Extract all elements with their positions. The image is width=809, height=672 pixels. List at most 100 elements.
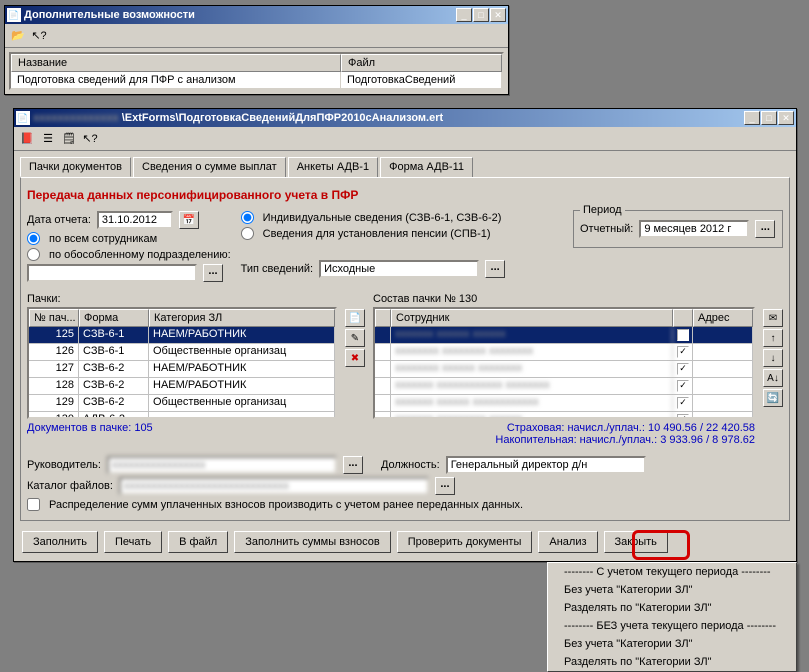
compose-actions: ✉ ↑ ↓ A↓ 🔄 (763, 293, 783, 446)
titlebar[interactable]: 📄 Дополнительные возможности _ □ ✕ (5, 6, 508, 24)
pack-actions: 📄 ✎ ✖ (345, 293, 365, 446)
table-row[interactable]: xxxxxxx xxxxxxxxx xxxxxx✓ (375, 412, 753, 417)
ctx-split-category[interactable]: Разделять по "Категории ЗЛ" (548, 599, 796, 617)
toolbar: 📕 ☰ 🗒 ↖? (14, 127, 796, 151)
catalog-browse-button[interactable]: ... (435, 477, 455, 495)
col-name[interactable]: Название (11, 54, 341, 72)
ctx-header2[interactable]: -------- БЕЗ учета текущего периода ----… (548, 617, 796, 635)
section-title: Передача данных персонифицированного уче… (27, 188, 783, 202)
date-input[interactable] (97, 211, 173, 229)
distribution-label: Распределение сумм уплаченных взносов пр… (49, 499, 523, 511)
col-marker[interactable] (375, 309, 391, 327)
close-button[interactable]: Закрыть (604, 531, 668, 553)
ctx-no-category[interactable]: Без учета "Категории ЗЛ" (548, 581, 796, 599)
catalog-input[interactable] (119, 477, 429, 495)
mail-icon[interactable]: ✉ (763, 309, 783, 327)
col-employee[interactable]: Сотрудник (391, 309, 673, 327)
position-input[interactable] (446, 456, 646, 474)
manager-label: Руководитель: (27, 459, 101, 471)
col-cat[interactable]: Категория ЗЛ (149, 309, 335, 327)
table-row[interactable]: 125СЗВ-6-1НАЕМ/РАБОТНИК (29, 327, 335, 344)
col-form[interactable]: Форма (79, 309, 149, 327)
cell-file: ПодготовкаСведений (341, 72, 502, 88)
col-file[interactable]: Файл (341, 54, 502, 72)
packs-label: Пачки: (27, 293, 337, 305)
table-row[interactable]: xxxxxxx xxxxxx xxxxxxxxxxxx✓ (375, 395, 753, 412)
analyze-button[interactable]: Анализ (538, 531, 597, 553)
window-icon: 📄 (7, 8, 21, 22)
radio-establish[interactable] (241, 227, 254, 240)
sort-icon[interactable]: A↓ (763, 369, 783, 387)
sum-insurance: Страховая: начисл./уплач.: 10 490.56 / 2… (373, 422, 755, 434)
sum-savings: Накопительная: начисл./уплач.: 3 933.96 … (373, 434, 755, 446)
down-icon[interactable]: ↓ (763, 349, 783, 367)
book-icon[interactable]: 📕 (18, 130, 36, 148)
ctx-split-category2[interactable]: Разделять по "Категории ЗЛ" (548, 653, 796, 671)
tree-icon[interactable]: ☰ (39, 130, 57, 148)
ctx-header1[interactable]: -------- С учетом текущего периода -----… (548, 563, 796, 581)
ctx-no-category2[interactable]: Без учета "Категории ЗЛ" (548, 635, 796, 653)
maximize-button[interactable]: □ (761, 111, 777, 125)
cell-name: Подготовка сведений для ПФР с анализом (11, 72, 341, 88)
table-row[interactable]: Подготовка сведений для ПФР с анализом П… (11, 72, 502, 88)
col-check[interactable] (673, 309, 693, 327)
tab-adv11[interactable]: Форма АДВ-11 (380, 157, 473, 177)
table-row[interactable]: xxxxxxxx xxxxxxxx xxxxxxxx✓ (375, 344, 753, 361)
table-row[interactable]: xxxxxxx xxxxxxxxxxxx xxxxxxxx✓ (375, 378, 753, 395)
titlebar[interactable]: 📄 xxxxxxxxxxxxxx \ExtForms\ПодготовкаСве… (14, 109, 796, 127)
radio-individual[interactable] (241, 211, 254, 224)
minimize-button[interactable]: _ (744, 111, 760, 125)
tab-adv1[interactable]: Анкеты АДВ-1 (288, 157, 378, 177)
tab-packs[interactable]: Пачки документов (20, 157, 131, 177)
print-button[interactable]: Печать (104, 531, 162, 553)
fill-button[interactable]: Заполнить (22, 531, 98, 553)
edit-icon[interactable]: ✎ (345, 329, 365, 347)
period-input[interactable] (639, 220, 749, 238)
unit-browse-button[interactable]: ... (203, 264, 223, 282)
maximize-button[interactable]: □ (473, 8, 489, 22)
minimize-button[interactable]: _ (456, 8, 472, 22)
table-row[interactable]: 128СЗВ-6-2НАЕМ/РАБОТНИК (29, 378, 335, 395)
radio-all[interactable] (27, 232, 40, 245)
table-row[interactable]: 129СЗВ-6-2Общественные организац (29, 395, 335, 412)
table-row[interactable]: xxxxxxxx xxxxxx xxxxxxxx✓ (375, 361, 753, 378)
up-icon[interactable]: ↑ (763, 329, 783, 347)
window-icon: 📄 (16, 111, 30, 125)
window-title: xxxxxxxxxxxxxx \ExtForms\ПодготовкаСведе… (33, 112, 744, 124)
col-num[interactable]: № пач... (29, 309, 79, 327)
fillsum-button[interactable]: Заполнить суммы взносов (234, 531, 391, 553)
tofile-button[interactable]: В файл (168, 531, 228, 553)
script-icon[interactable]: 🗒 (60, 130, 78, 148)
compose-grid: Сотрудник Адрес xxxxxxx xxxxxx xxxxxx✓ x… (373, 307, 755, 419)
distribution-checkbox[interactable] (27, 498, 40, 511)
table-row[interactable]: 126СЗВ-6-1Общественные организац (29, 344, 335, 361)
col-address[interactable]: Адрес (693, 309, 753, 327)
unit-input[interactable] (27, 264, 197, 282)
type-input[interactable] (319, 260, 479, 278)
type-label: Тип сведений: (241, 263, 313, 275)
catalog-label: Каталог файлов: (27, 480, 113, 492)
radio-unit[interactable] (27, 248, 40, 261)
manager-input[interactable] (107, 456, 337, 474)
period-group: Период Отчетный: ... (573, 210, 783, 248)
table-row[interactable]: 127СЗВ-6-2НАЕМ/РАБОТНИК (29, 361, 335, 378)
tab-payments[interactable]: Сведения о сумме выплат (133, 157, 286, 177)
position-label: Должность: (381, 459, 440, 471)
check-button[interactable]: Проверить документы (397, 531, 533, 553)
type-browse-button[interactable]: ... (485, 260, 505, 278)
tab-body: Передача данных персонифицированного уче… (20, 177, 790, 521)
table-row[interactable]: 130АДВ-6-2 (29, 412, 335, 417)
open-icon[interactable]: 📂 (9, 27, 27, 45)
date-picker-icon[interactable]: 📅 (179, 211, 199, 229)
period-browse-button[interactable]: ... (755, 220, 775, 238)
delete-icon[interactable]: ✖ (345, 349, 365, 367)
docs-count: Документов в пачке: 105 (27, 422, 337, 434)
help-pointer-icon[interactable]: ↖? (81, 130, 99, 148)
refresh-icon[interactable]: 🔄 (763, 389, 783, 407)
manager-browse-button[interactable]: ... (343, 456, 363, 474)
new-icon[interactable]: 📄 (345, 309, 365, 327)
table-row[interactable]: xxxxxxx xxxxxx xxxxxx✓ (375, 327, 753, 344)
close-button[interactable]: ✕ (490, 8, 506, 22)
help-pointer-icon[interactable]: ↖? (30, 27, 48, 45)
close-button[interactable]: ✕ (778, 111, 794, 125)
